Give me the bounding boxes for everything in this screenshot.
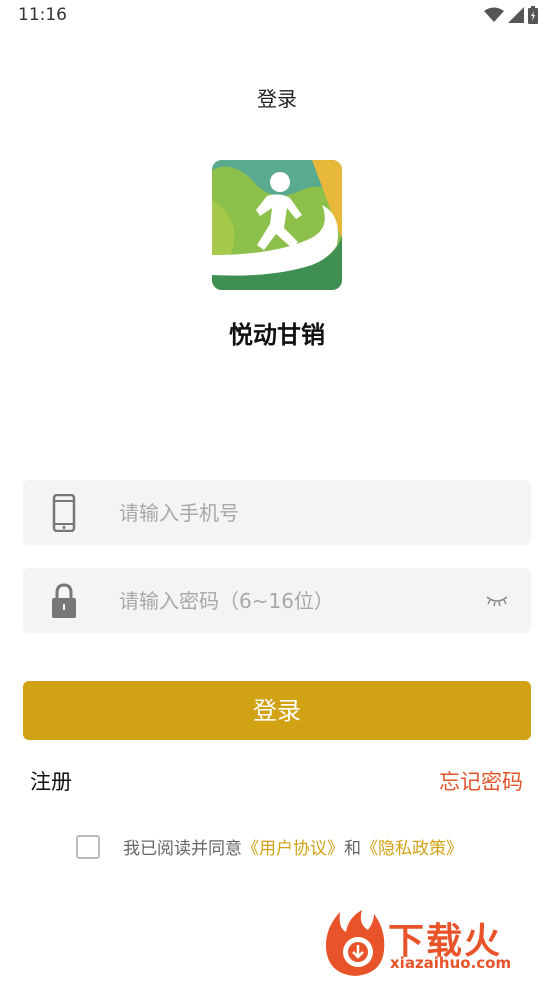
privacy-policy-link[interactable]: 《隐私政策》 — [361, 834, 463, 859]
status-time: 11:16 — [18, 5, 67, 25]
phone-field[interactable] — [23, 480, 531, 545]
battery-icon — [528, 6, 538, 24]
lock-icon — [52, 583, 76, 618]
signal-icon — [508, 7, 524, 23]
phone-icon — [52, 494, 76, 532]
app-name: 悦动甘销 — [229, 321, 325, 349]
eye-closed-icon[interactable] — [485, 590, 509, 610]
login-button[interactable]: 登录 — [23, 681, 531, 740]
page-title: 登录 — [257, 87, 297, 111]
user-agreement-link[interactable]: 《用户协议》 — [242, 834, 344, 859]
watermark-logo-icon — [325, 910, 385, 976]
watermark: 下载火 xiazaihuo.com — [322, 908, 548, 980]
register-link[interactable]: 注册 — [30, 766, 72, 796]
wifi-icon — [484, 7, 504, 22]
agreement-conjunction: 和 — [344, 839, 361, 859]
app-logo — [212, 160, 342, 290]
agreement-prefix: 我已阅读并同意 — [123, 839, 242, 859]
password-field[interactable] — [23, 568, 531, 633]
password-input[interactable] — [119, 568, 459, 633]
agreement-checkbox[interactable] — [76, 834, 100, 859]
phone-input[interactable] — [119, 480, 459, 545]
forgot-password-link[interactable]: 忘记密码 — [439, 766, 523, 796]
status-bar: 11:16 — [0, 0, 554, 32]
status-icons — [484, 6, 538, 24]
agreement-row: 我已阅读并同意 《用户协议》 和 《隐私政策》 — [76, 834, 463, 859]
watermark-url: xiazaihuo.com — [390, 954, 512, 972]
